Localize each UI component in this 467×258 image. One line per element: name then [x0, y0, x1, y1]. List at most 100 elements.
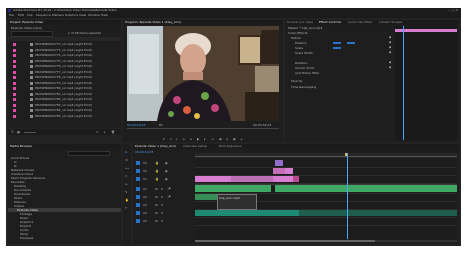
mark-in-icon[interactable]: { — [170, 137, 172, 141]
music-clip[interactable] — [195, 210, 299, 216]
source-patch[interactable] — [136, 177, 140, 181]
tab-effect-controls[interactable]: Effect Controls — [319, 20, 341, 25]
track-header-a5[interactable]: A5 M S — [133, 217, 195, 225]
tab-sequence-main[interactable]: Episode Video 1 (Clay_Ann) — [135, 144, 176, 149]
track-header-v1[interactable]: V1 🔒 ◉ — [133, 175, 195, 183]
track-select-icon[interactable]: ⇉ — [125, 158, 128, 162]
tab-sequence-interview[interactable]: Interview Setup — [183, 144, 207, 149]
track-header-v2[interactable]: V2 🔒 ◉ — [133, 167, 195, 175]
track-header-v3[interactable]: V3 🔒 ◉ — [133, 159, 195, 167]
mark-out-icon[interactable]: } — [176, 137, 178, 141]
timeline-timecode[interactable]: 00:00:19:03 — [135, 150, 153, 154]
go-to-out-icon[interactable]: ⇥ — [211, 137, 214, 141]
time-ruler[interactable] — [195, 153, 457, 158]
mute-button[interactable]: M — [155, 203, 158, 207]
ripple-edit-icon[interactable]: ⟷ — [125, 166, 129, 170]
mute-button[interactable]: M — [155, 219, 158, 223]
menu-item-graphics[interactable]: Graphics — [65, 13, 78, 18]
music-clip[interactable] — [299, 210, 457, 216]
track-header-a1[interactable]: A1 M S 🎤 — [133, 185, 195, 193]
button-editor-icon[interactable]: ＋ — [240, 137, 243, 141]
hand-tool-icon[interactable]: ✋ — [125, 198, 129, 202]
solo-button[interactable]: S — [161, 187, 163, 191]
menu-item-sequence[interactable]: Sequence — [36, 13, 51, 18]
broll-clip[interactable] — [285, 168, 293, 174]
keyframe-toggle-icon[interactable]: ◆ — [389, 45, 391, 49]
mute-button[interactable]: M — [155, 195, 158, 199]
source-patch[interactable] — [136, 169, 140, 173]
eye-icon[interactable]: ◉ — [165, 161, 168, 165]
position-value[interactable] — [333, 42, 341, 44]
tab-source[interactable]: Source: (no clips) — [287, 20, 313, 25]
tab-project[interactable]: Project: Episode Video — [10, 20, 43, 25]
menu-item-edit[interactable]: Edit — [18, 13, 24, 18]
export-frame-icon[interactable]: ◉ — [233, 137, 236, 141]
mute-button[interactable]: M — [155, 187, 158, 191]
new-item-icon[interactable]: ＋ — [103, 130, 106, 134]
scale-value[interactable] — [333, 47, 341, 49]
audio-clip[interactable] — [195, 185, 271, 192]
tab-audio-clip-mixer[interactable]: Audio Clip Mixer — [348, 20, 372, 25]
lift-icon[interactable]: ⏏ — [219, 137, 222, 141]
trash-icon[interactable]: 🗑 — [111, 130, 115, 134]
step-forward-icon[interactable]: ▸ — [204, 137, 206, 141]
timeline-scrollbar[interactable] — [195, 240, 457, 242]
keyframe-toggle-icon[interactable]: ◆ — [389, 50, 391, 54]
step-back-icon[interactable]: ◂ — [190, 137, 192, 141]
video-clip[interactable] — [231, 176, 273, 182]
play-icon[interactable]: ▶ — [197, 137, 199, 141]
timeline-scroll-thumb[interactable] — [195, 240, 375, 242]
solo-button[interactable]: S — [161, 211, 163, 215]
keyframe-toggle-icon[interactable]: ◆ — [389, 40, 391, 44]
eye-icon[interactable]: ◉ — [165, 169, 168, 173]
source-patch[interactable] — [136, 161, 140, 165]
razor-tool-icon[interactable]: ✂ — [125, 174, 128, 178]
tab-lumetri-scopes[interactable]: Lumetri Scopes — [379, 20, 402, 25]
video-frame[interactable] — [127, 26, 279, 121]
effect-clip-bar[interactable] — [395, 29, 457, 32]
slip-tool-icon[interactable]: ↔ — [125, 182, 128, 186]
source-patch[interactable] — [136, 195, 140, 199]
selection-tool-icon[interactable]: ➤ — [125, 150, 128, 154]
track-header-a3[interactable]: A3 M S — [133, 201, 195, 209]
menu-item-window[interactable]: Window — [88, 13, 100, 18]
effect-row[interactable]: Position — [295, 41, 307, 45]
type-tool-icon[interactable]: T — [125, 206, 127, 210]
eye-icon[interactable]: ◉ — [165, 177, 168, 181]
tree-item[interactable]: Previews — [20, 236, 33, 240]
video-clip[interactable] — [293, 176, 299, 182]
menu-item-clip[interactable]: Clip — [27, 13, 33, 18]
monitor-scrubber[interactable] — [127, 128, 279, 129]
source-patch[interactable] — [136, 187, 140, 191]
menu-item-help[interactable]: Help — [101, 13, 108, 18]
mic-icon[interactable]: 🎤 — [167, 187, 171, 191]
tab-program[interactable]: Program: Episode Video 1 (Clay_Ann) — [125, 20, 181, 25]
audio-clip[interactable] — [275, 185, 457, 192]
tab-media-browser[interactable]: Media Browser — [10, 144, 32, 149]
go-to-in-icon[interactable]: ⇤ — [183, 137, 186, 141]
lock-icon[interactable]: 🔒 — [155, 177, 159, 181]
effect-clip-name[interactable]: Master * Clip_Ann.mp4 — [288, 26, 322, 30]
icon-view-icon[interactable]: ▦ — [17, 130, 20, 134]
solo-button[interactable]: S — [161, 203, 163, 207]
zoom-level[interactable]: Fit — [159, 123, 163, 127]
tab-sequence-broll[interactable]: Broll Sequence — [219, 144, 241, 149]
list-item[interactable]: PDXSEN0002785_v2.mp4 (Light Emit) — [8, 114, 121, 120]
effect-row[interactable]: Rotation — [295, 61, 308, 65]
effect-row[interactable]: Scale — [295, 46, 303, 50]
new-bin-icon[interactable]: ▭ — [96, 130, 99, 134]
extract-icon[interactable]: ⏶ — [226, 137, 228, 141]
timeline-playhead[interactable] — [347, 153, 348, 239]
track-area[interactable]: Clip_Ann.mp4 — [195, 153, 457, 239]
title-clip[interactable] — [275, 160, 283, 166]
video-clip[interactable] — [273, 176, 293, 182]
playhead-timecode[interactable]: 00:00:19:03 — [127, 123, 145, 127]
effect-row[interactable]: Scale Width — [295, 51, 313, 55]
lock-icon[interactable]: 🔒 — [155, 169, 159, 173]
keyframe-toggle-icon[interactable]: ◆ — [389, 35, 391, 39]
keyframe-toggle-icon[interactable]: ◆ — [389, 65, 391, 69]
video-clip[interactable] — [195, 176, 231, 182]
position-value-y[interactable] — [347, 42, 355, 44]
track-header-a2[interactable]: A2 M S 🎤 — [133, 193, 195, 201]
effect-row[interactable]: Motion — [291, 36, 301, 40]
